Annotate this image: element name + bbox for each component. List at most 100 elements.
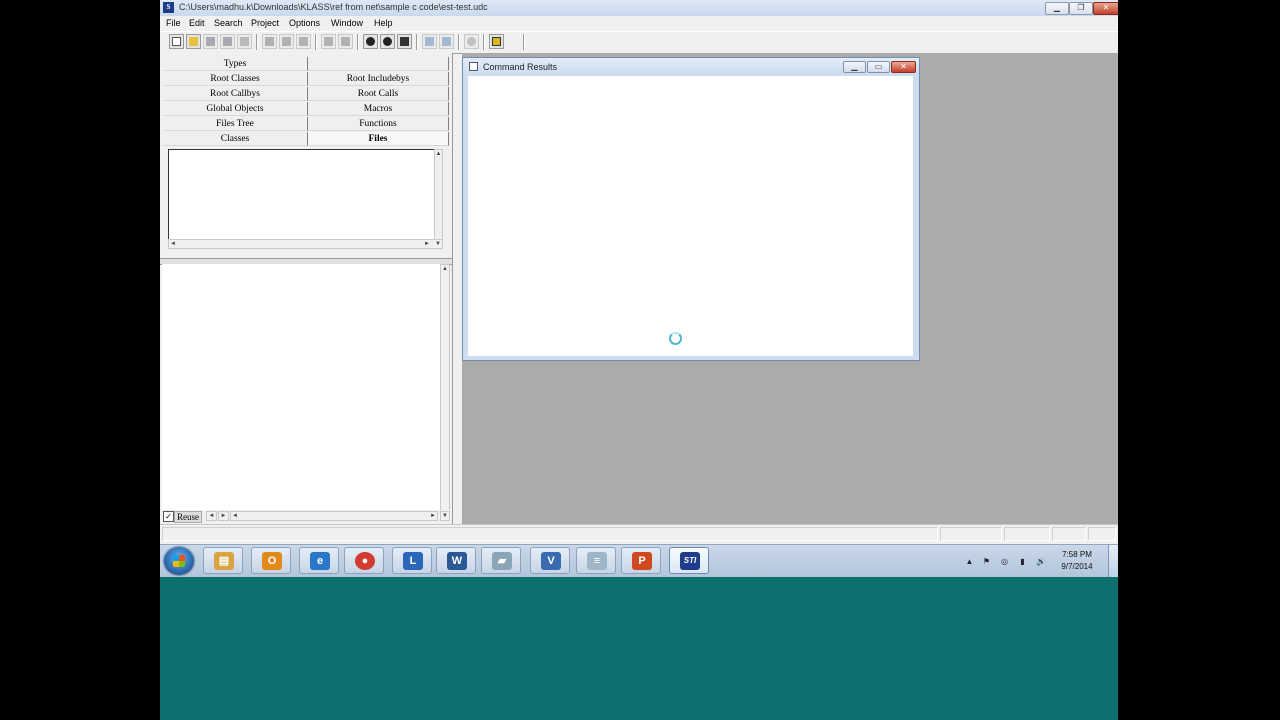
reuse-next-button[interactable]: ►	[218, 511, 229, 521]
toolbar-separator	[458, 34, 460, 50]
file-list-vscrollbar[interactable]: ▲	[434, 149, 443, 240]
taskbar-source-insight[interactable]: STI	[669, 547, 709, 574]
tab-files-tree[interactable]: Files Tree	[163, 117, 308, 131]
replace-icon[interactable]	[397, 34, 412, 49]
toolbar-separator	[256, 34, 258, 50]
database-icon[interactable]	[489, 34, 504, 49]
toolbar-separator	[523, 34, 525, 50]
reuse-checkbox[interactable]: ✓	[163, 511, 174, 522]
menu-options[interactable]: Options	[286, 17, 323, 30]
start-button[interactable]	[164, 547, 194, 575]
reuse-bar: ✓ Reuse ◄ ► ◄ ► ▼	[160, 510, 452, 523]
taskbar-powerpoint[interactable]: P	[621, 547, 661, 574]
app-icon[interactable]: S	[163, 2, 174, 13]
scroll-left-arrow[interactable]: ◄	[232, 512, 238, 520]
source-insight-window: S C:\Users\madhu.k\Downloads\KLASS\ref f…	[160, 0, 1118, 547]
status-pane	[1004, 527, 1050, 541]
clock-date[interactable]: 9/7/2014	[1057, 562, 1097, 571]
scroll-right-arrow[interactable]: ►	[424, 240, 430, 248]
taskbar: ▤ O e ● L W ▰ V ≡ P STI ▲ ⚑ ◎ ▮ 🔊 7:58 P…	[160, 544, 1118, 577]
paste-icon[interactable]	[296, 34, 311, 49]
sync-icon[interactable]: ◎	[1000, 557, 1009, 566]
scroll-up-arrow[interactable]: ▲	[435, 150, 442, 158]
status-pane-message	[162, 527, 938, 541]
taskbar-chrome[interactable]: ●	[344, 547, 384, 574]
close-button[interactable]: ✕	[891, 61, 916, 73]
tab-classes[interactable]: Classes	[163, 132, 308, 146]
menu-window[interactable]: Window	[328, 17, 366, 30]
undo-icon[interactable]	[321, 34, 336, 49]
volume-icon[interactable]: 🔊	[1036, 557, 1046, 566]
tab-root-callbys[interactable]: Root Callbys	[163, 87, 308, 101]
scroll-down-arrow[interactable]: ▼	[435, 240, 441, 248]
symbol-list-hscrollbar[interactable]: ◄ ►	[230, 511, 438, 521]
minimize-button[interactable]: ▁	[843, 61, 866, 73]
minimize-button[interactable]: ▁	[1045, 2, 1069, 15]
taskbar-lync[interactable]: L	[392, 547, 432, 574]
close-button[interactable]: ✕	[1093, 2, 1118, 15]
taskbar-word[interactable]: W	[436, 547, 476, 574]
title-bar[interactable]: S C:\Users\madhu.k\Downloads\KLASS\ref f…	[160, 0, 1118, 17]
tab-root-calls[interactable]: Root Calls	[308, 87, 449, 101]
status-pane	[1052, 527, 1086, 541]
network-icon[interactable]: ▮	[1018, 557, 1027, 566]
show-desktop-button[interactable]	[1108, 545, 1118, 577]
taskbar-outlook[interactable]: O	[251, 547, 291, 574]
chrome-icon: ●	[355, 552, 375, 570]
restore-button[interactable]: ▭	[867, 61, 890, 73]
tab-files[interactable]: Files	[308, 132, 449, 146]
tab-root-classes[interactable]: Root Classes	[163, 72, 308, 86]
restore-button[interactable]: ❐	[1069, 2, 1093, 15]
save-icon[interactable]	[203, 34, 218, 49]
file-list[interactable]	[168, 149, 435, 240]
show-hidden-icons-icon[interactable]: ▲	[965, 557, 974, 566]
command-results-content[interactable]	[468, 76, 913, 356]
copy-icon[interactable]	[279, 34, 294, 49]
scroll-up-arrow[interactable]: ▲	[441, 265, 449, 273]
taskbar-internet-explorer[interactable]: e	[299, 547, 339, 574]
system-tray: ▲ ⚑ ◎ ▮ 🔊 7:58 PM 9/7/2014	[960, 549, 1110, 573]
menu-bar: File Edit Search Project Options Window …	[160, 16, 1118, 31]
menu-file[interactable]: File	[163, 17, 184, 30]
clock-time[interactable]: 7:58 PM	[1057, 550, 1097, 559]
outlook-icon: O	[262, 552, 282, 570]
new-file-icon[interactable]	[169, 34, 184, 49]
taskbar-visio[interactable]: V	[530, 547, 570, 574]
redo-icon[interactable]	[338, 34, 353, 49]
menu-edit[interactable]: Edit	[186, 17, 208, 30]
find-in-files-icon[interactable]	[380, 34, 395, 49]
folder-icon: ▤	[214, 552, 234, 570]
tab-global-objects[interactable]: Global Objects	[163, 102, 308, 116]
find-icon[interactable]	[363, 34, 378, 49]
taskbar-app[interactable]: ▰	[481, 547, 521, 574]
tab-empty	[308, 57, 449, 71]
command-results-window[interactable]: Command Results ▁ ▭ ✕	[462, 57, 920, 361]
save-all-icon[interactable]	[220, 34, 235, 49]
menu-search[interactable]: Search	[211, 17, 246, 30]
scroll-left-arrow[interactable]: ◄	[170, 240, 176, 248]
scroll-right-arrow[interactable]: ►	[430, 512, 436, 520]
reuse-prev-button[interactable]: ◄	[206, 511, 217, 521]
tab-functions[interactable]: Functions	[308, 117, 449, 131]
toolbar	[160, 31, 1118, 54]
back-icon[interactable]	[422, 34, 437, 49]
forward-icon[interactable]	[439, 34, 454, 49]
tab-root-includebys[interactable]: Root Includebys	[308, 72, 449, 86]
command-results-titlebar[interactable]: Command Results ▁ ▭ ✕	[463, 58, 919, 75]
symbol-list-vscrollbar[interactable]: ▲	[440, 264, 450, 511]
tab-types[interactable]: Types	[163, 57, 308, 71]
taskbar-explorer[interactable]: ▤	[203, 547, 243, 574]
zoom-icon[interactable]	[464, 34, 479, 49]
open-folder-icon[interactable]	[186, 34, 201, 49]
action-center-icon[interactable]: ⚑	[982, 557, 991, 566]
symbol-list[interactable]	[162, 264, 440, 511]
menu-project[interactable]: Project	[248, 17, 282, 30]
internet-explorer-icon: e	[310, 552, 330, 570]
taskbar-notepad[interactable]: ≡	[576, 547, 616, 574]
tab-macros[interactable]: Macros	[308, 102, 449, 116]
print-icon[interactable]	[237, 34, 252, 49]
scroll-down-arrow[interactable]: ▼	[440, 511, 450, 521]
file-list-hscrollbar[interactable]: ◄ ► ▼	[168, 239, 443, 249]
menu-help[interactable]: Help	[371, 17, 396, 30]
cut-icon[interactable]	[262, 34, 277, 49]
